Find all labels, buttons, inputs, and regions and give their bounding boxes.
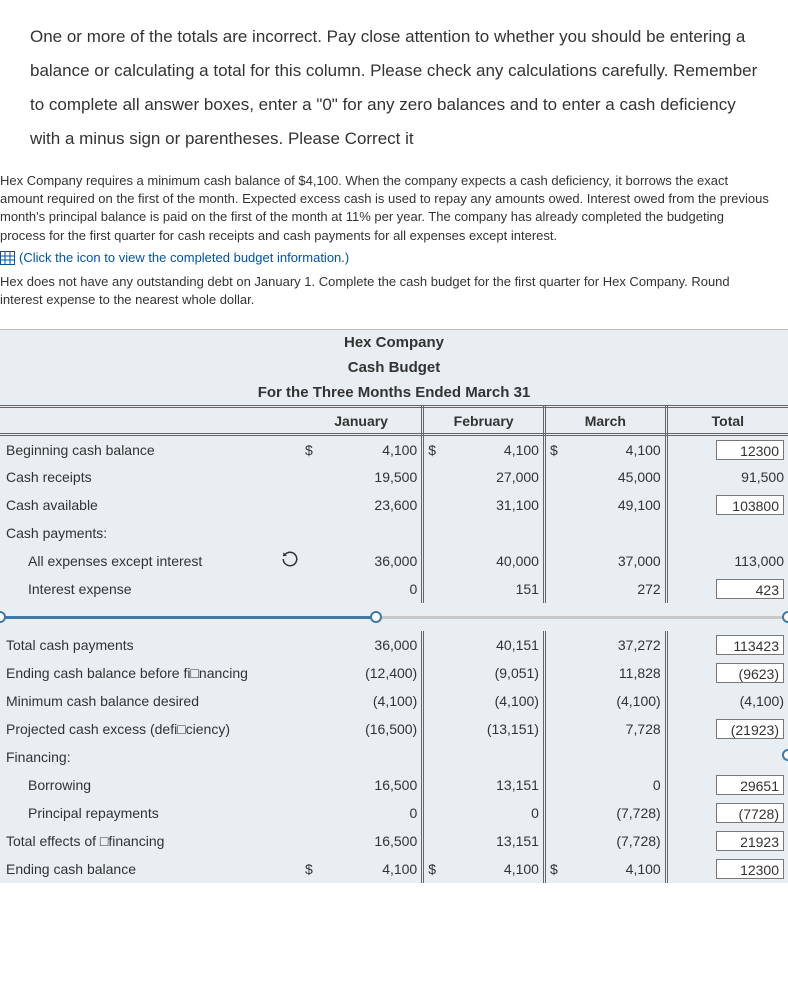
row-borrowing: Borrowing 16,500 13,151 0 29651: [0, 771, 788, 799]
row-interest-expense: Interest expense 0 151 272 423: [0, 575, 788, 603]
row-total-payments: Total cash payments 36,000 40,151 37,272…: [0, 631, 788, 659]
problem-p2: Hex does not have any outstanding debt o…: [0, 273, 772, 309]
col-total: Total: [666, 407, 788, 435]
problem-p1: Hex Company requires a minimum cash bala…: [0, 172, 772, 245]
row-cash-payments-header: Cash payments:: [0, 519, 788, 547]
input-ebf-total[interactable]: (9623): [716, 663, 784, 683]
input-beg-total[interactable]: 12300: [716, 440, 784, 460]
cash-budget-table: Hex Company Cash Budget For the Three Mo…: [0, 329, 788, 883]
row-principal: Principal repayments 0 0 (7,728) (7728): [0, 799, 788, 827]
problem-block: Hex Company requires a minimum cash bala…: [0, 172, 788, 309]
input-tpay-total[interactable]: 113423: [716, 635, 784, 655]
input-proj-total[interactable]: (21923): [716, 719, 784, 739]
input-tfin-total[interactable]: 21923: [716, 831, 784, 851]
row-cash-available: Cash available 23,600 31,100 49,100 1038…: [0, 491, 788, 519]
budget-company: Hex Company: [0, 330, 788, 355]
input-bor-total[interactable]: 29651: [716, 775, 784, 795]
budget-info-link-text: (Click the icon to view the completed bu…: [19, 249, 349, 267]
row-minimum-cash: Minimum cash balance desired (4,100) (4,…: [0, 687, 788, 715]
col-march: March: [544, 407, 666, 435]
table-icon: [0, 251, 15, 265]
question-text: One or more of the totals are incorrect.…: [0, 0, 788, 172]
input-prin-total[interactable]: (7728): [716, 803, 784, 823]
input-int-total[interactable]: 423: [716, 579, 784, 599]
section-slider[interactable]: [0, 609, 788, 625]
row-ending-cash: Ending cash balance $4,100 $4,100 $4,100…: [0, 855, 788, 883]
input-avail-total[interactable]: 103800: [716, 495, 784, 515]
budget-info-link[interactable]: (Click the icon to view the completed bu…: [0, 249, 772, 267]
budget-period: For the Three Months Ended March 31: [0, 380, 788, 405]
refresh-icon[interactable]: [281, 550, 299, 568]
slider-knob-icon: [782, 749, 788, 761]
input-end-total[interactable]: 12300: [716, 859, 784, 879]
row-beginning-cash: Beginning cash balance $4,100 $4,100 $4,…: [0, 435, 788, 463]
col-january: January: [301, 407, 423, 435]
row-all-expenses: All expenses except interest 36,000 40,0…: [0, 547, 788, 575]
col-february: February: [423, 407, 545, 435]
row-financing-header: Financing:: [0, 743, 788, 771]
budget-title: Cash Budget: [0, 355, 788, 380]
row-cash-receipts: Cash receipts 19,500 27,000 45,000 91,50…: [0, 463, 788, 491]
row-ending-before-financing: Ending cash balance before fi□nancing (1…: [0, 659, 788, 687]
row-projected-excess: Projected cash excess (defi□ciency) (16,…: [0, 715, 788, 743]
row-total-financing: Total effects of □financing 16,500 13,15…: [0, 827, 788, 855]
